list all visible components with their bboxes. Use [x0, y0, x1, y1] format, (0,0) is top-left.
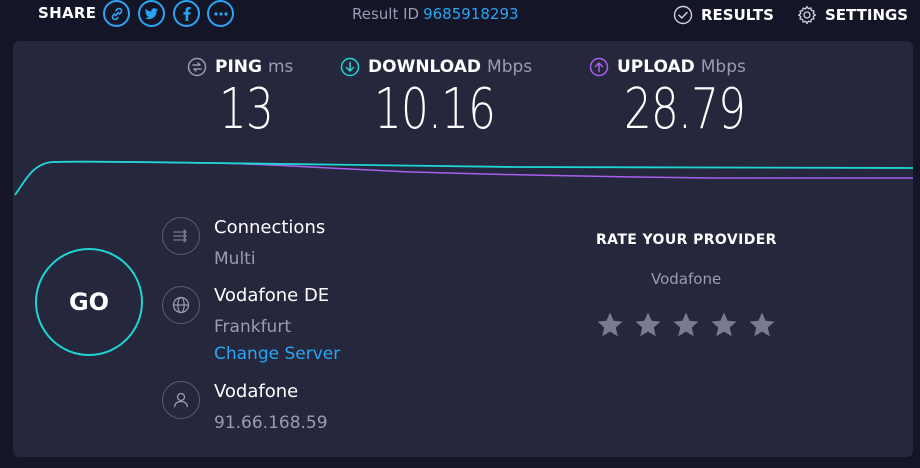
rate-provider-title: RATE YOUR PROVIDER: [596, 232, 777, 248]
star-icon-2[interactable]: [633, 310, 663, 340]
download-header: DOWNLOAD Mbps: [340, 57, 532, 77]
twitter-icon[interactable]: [138, 0, 165, 27]
go-button[interactable]: GO: [35, 248, 143, 356]
more-icon[interactable]: [207, 0, 234, 27]
connections-title: Connections: [214, 217, 326, 238]
check-circle-icon: [673, 5, 693, 25]
ping-label: PING: [215, 57, 262, 77]
top-bar: SHARE Result ID 9685918293 RESULTS SETTIN…: [0, 0, 920, 34]
settings-label: SETTINGS: [825, 6, 909, 24]
download-unit: Mbps: [487, 57, 533, 77]
facebook-icon[interactable]: [173, 0, 200, 27]
upload-unit: Mbps: [700, 57, 746, 77]
isp-title: Vodafone: [214, 381, 299, 402]
upload-icon: [589, 57, 609, 77]
isp-ip: 91.66.168.59: [214, 413, 328, 433]
change-server-link[interactable]: Change Server: [214, 344, 340, 364]
gear-icon: [797, 5, 817, 25]
results-label: RESULTS: [701, 6, 774, 24]
result-panel: PING ms 13 DOWNLOAD Mbps 10.16 UPLOAD Mb…: [13, 41, 913, 457]
star-icon-3[interactable]: [671, 310, 701, 340]
settings-button[interactable]: SETTINGS: [797, 5, 908, 25]
speed-graph: [14, 160, 913, 196]
user-icon: [162, 381, 200, 419]
upload-header: UPLOAD Mbps: [589, 57, 746, 77]
share-label: SHARE: [38, 4, 97, 22]
results-button[interactable]: RESULTS: [673, 5, 774, 25]
ping-unit: ms: [267, 57, 294, 77]
link-icon[interactable]: [103, 0, 130, 27]
upload-value: 28.79: [624, 77, 746, 142]
download-value: 10.16: [374, 77, 496, 142]
rate-provider-name: Vodafone: [651, 270, 722, 288]
connections-value: Multi: [214, 249, 256, 269]
connections-icon: [162, 217, 200, 255]
result-id: Result ID 9685918293: [352, 5, 519, 23]
result-id-label: Result ID: [352, 5, 420, 23]
ping-value: 13: [219, 77, 274, 142]
server-title: Vodafone DE: [214, 285, 330, 306]
download-label: DOWNLOAD: [368, 57, 482, 77]
star-icon-1[interactable]: [595, 310, 625, 340]
upload-label: UPLOAD: [617, 57, 695, 77]
server-location: Frankfurt: [214, 317, 291, 337]
download-icon: [340, 57, 360, 77]
star-icon-4[interactable]: [709, 310, 739, 340]
ping-header: PING ms: [187, 57, 293, 77]
result-id-value[interactable]: 9685918293: [423, 5, 518, 23]
star-icon-5[interactable]: [747, 310, 777, 340]
globe-icon: [162, 286, 200, 324]
star-rating: [595, 310, 785, 340]
ping-icon: [187, 57, 207, 77]
